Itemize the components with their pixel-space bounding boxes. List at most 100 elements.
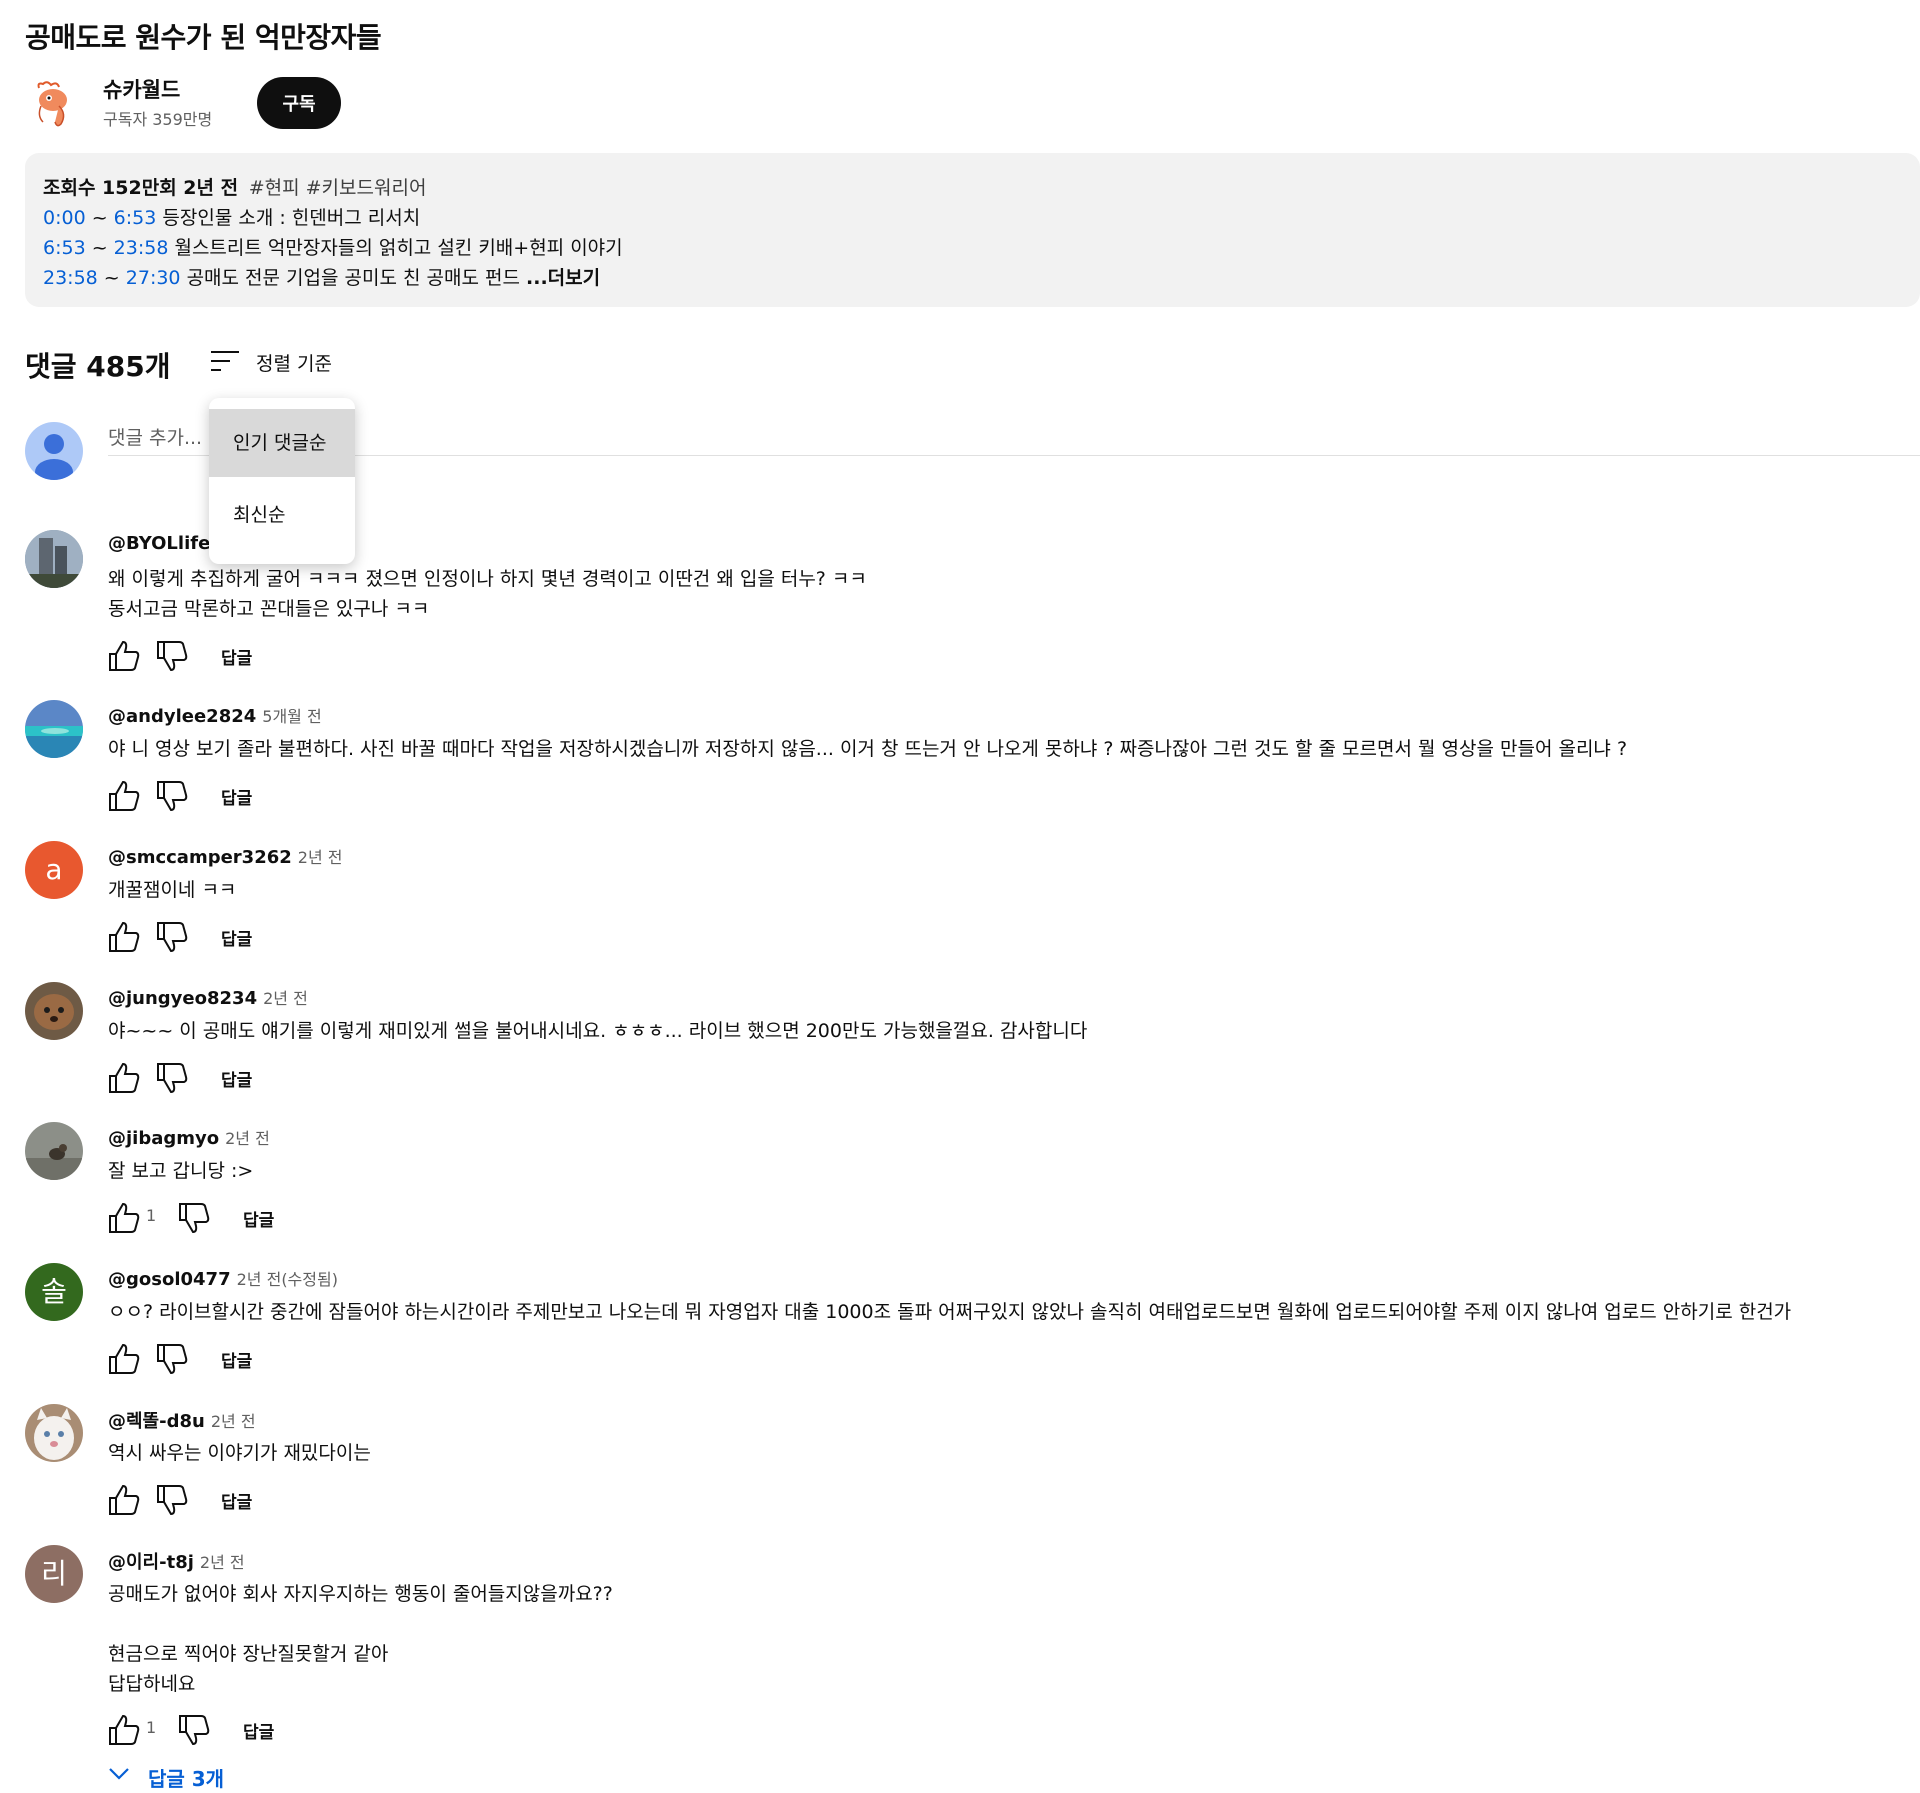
comment-actions: 답글 (108, 919, 508, 955)
show-replies-button[interactable]: 답글 3개 (108, 1759, 308, 1793)
like-icon[interactable] (108, 1482, 140, 1518)
comment-time[interactable]: 2년 전 (200, 1553, 245, 1572)
comment-text: 야 니 영상 보기 졸라 불편하다. 사진 바꿀 때마다 작업을 저장하시겠습니… (108, 738, 1628, 760)
chapter-line: 6:53 ~ 23:58 월스트리트 억만장자들의 얽히고 설킨 키배+현피 이… (43, 233, 623, 260)
dislike-icon[interactable] (178, 1200, 210, 1236)
sort-option-newest[interactable]: 최신순 (209, 481, 355, 549)
dislike-icon[interactable] (156, 638, 188, 674)
comment-thread: @andylee2824 5개월 전 야 니 영상 보기 졸라 불편하다. 사진 … (25, 700, 1920, 820)
comment-time[interactable]: 2년 전 (225, 1129, 270, 1148)
comment-text: 야~~~ 이 공매도 얘기를 이렇게 재미있게 썰을 불어내시네요. ㅎㅎㅎ..… (108, 1020, 1088, 1042)
dislike-icon[interactable] (156, 919, 188, 955)
comment-author[interactable]: @andylee2824 (108, 706, 256, 727)
comment-actions: 답글 (108, 1482, 508, 1518)
timestamp-link[interactable]: 23:58 (114, 237, 169, 259)
like-icon[interactable] (108, 1712, 140, 1748)
chapter-text: 공매도 전문 기업을 공미도 친 공매도 펀드 (180, 267, 527, 289)
like-icon[interactable] (108, 1060, 140, 1096)
comment-author[interactable]: @BYOLlife (108, 533, 210, 554)
like-icon[interactable] (108, 919, 140, 955)
dislike-icon[interactable] (156, 1060, 188, 1096)
view-count-and-date: 조회수 152만회 2년 전 (43, 177, 239, 199)
reply-button[interactable]: 답글 (221, 1347, 252, 1372)
sort-button[interactable]: 정렬 기준 (210, 343, 360, 381)
channel-name[interactable]: 슈카월드 (103, 74, 180, 104)
comment-actions: 답글 (108, 778, 508, 814)
comment-text: 왜 이렇게 추집하게 굴어 ㅋㅋㅋ 졌으면 인정이나 하지 몇년 경력이고 이딴… (108, 568, 867, 620)
comment-actions: 답글 (108, 638, 508, 674)
add-comment-input[interactable] (108, 420, 1920, 456)
comment-thread: 리 @이리-t8j 2년 전 공매도가 없어야 회사 자지우지하는 행동이 줄어들… (25, 1545, 1920, 1791)
comment-avatar[interactable] (25, 700, 83, 758)
reply-button[interactable]: 답글 (221, 1066, 252, 1091)
reply-button[interactable]: 답글 (243, 1718, 274, 1743)
subscribe-button[interactable]: 구독 (257, 77, 341, 129)
like-icon[interactable] (108, 1200, 140, 1236)
like-count: 1 (146, 1206, 157, 1225)
chapter-text: 월스트리트 억만장자들의 얽히고 설킨 키배+현피 이야기 (168, 237, 623, 259)
comment-count: 댓글 485개 (25, 350, 171, 383)
comment-avatar[interactable] (25, 1122, 83, 1180)
comment-avatar[interactable] (25, 982, 83, 1040)
timestamp-link[interactable]: 0:00 (43, 207, 86, 229)
video-title: 공매도로 원수가 된 억만장자들 (25, 21, 382, 54)
reply-button[interactable]: 답글 (243, 1206, 274, 1231)
comment-author[interactable]: @gosol0477 (108, 1269, 231, 1290)
replies-count-label: 답글 3개 (148, 1767, 225, 1791)
chapter-line: 23:58 ~ 27:30 공매도 전문 기업을 공미도 친 공매도 펀드 ..… (43, 263, 600, 290)
timestamp-link[interactable]: 6:53 (43, 237, 86, 259)
comment-avatar[interactable]: a (25, 841, 83, 899)
timestamp-link[interactable]: 27:30 (126, 267, 181, 289)
channel-avatar[interactable] (29, 76, 79, 130)
comment-time[interactable]: 2년 전 (263, 989, 308, 1008)
comment-actions: 1 답글 (108, 1200, 508, 1236)
comment-author[interactable]: @jibagmyo (108, 1128, 219, 1149)
timestamp-link[interactable]: 6:53 (114, 207, 157, 229)
sort-option-top[interactable]: 인기 댓글순 (209, 409, 355, 477)
dislike-icon[interactable] (156, 1482, 188, 1518)
dislike-icon[interactable] (178, 1712, 210, 1748)
comment-avatar[interactable]: 리 (25, 1545, 83, 1603)
like-icon[interactable] (108, 1341, 140, 1377)
comment-thread: @jungyeo8234 2년 전 야~~~ 이 공매도 얘기를 이렇게 재미있게… (25, 982, 1920, 1102)
user-avatar (25, 422, 83, 480)
comment-author[interactable]: @smccamper3262 (108, 847, 292, 868)
comment-actions: 1 답글 (108, 1712, 508, 1748)
reply-button[interactable]: 답글 (221, 1488, 252, 1513)
comment-thread: @렉똘-d8u 2년 전 역시 싸우는 이야기가 재밌다이는 답글 (25, 1404, 1920, 1524)
comment-avatar[interactable] (25, 530, 83, 588)
show-more-button[interactable]: ...더보기 (526, 267, 600, 289)
channel-row: 슈카월드 구독자 359만명 구독 (25, 72, 625, 132)
timestamp-link[interactable]: 23:58 (43, 267, 98, 289)
dislike-icon[interactable] (156, 1341, 188, 1377)
comment-author[interactable]: @jungyeo8234 (108, 988, 257, 1009)
reply-button[interactable]: 답글 (221, 784, 252, 809)
comment-actions: 답글 (108, 1060, 508, 1096)
comment-time[interactable]: 2년 전 (298, 848, 343, 867)
like-icon[interactable] (108, 638, 140, 674)
comment-avatar[interactable]: 솔 (25, 1263, 83, 1321)
like-count: 1 (146, 1718, 157, 1737)
comment-thread: @jibagmyo 2년 전 잘 보고 갑니당 :> 1 답글 (25, 1122, 1920, 1242)
comment-avatar[interactable] (25, 1404, 83, 1462)
dislike-icon[interactable] (156, 778, 188, 814)
comments-header: 댓글 485개 정렬 기준 (25, 343, 625, 383)
chapter-sep: ~ (85, 237, 114, 259)
reply-button[interactable]: 답글 (221, 925, 252, 950)
comment-author[interactable]: @이리-t8j (108, 1552, 194, 1573)
hashtags[interactable]: #현피 #키보드워리어 (249, 177, 427, 199)
reply-button[interactable]: 답글 (221, 644, 252, 669)
sort-dropdown-menu: 인기 댓글순 최신순 (209, 398, 355, 564)
comment-author[interactable]: @렉똘-d8u (108, 1411, 205, 1432)
description-box[interactable]: 조회수 152만회 2년 전 #현피 #키보드워리어 0:00 ~ 6:53 등… (25, 153, 1920, 307)
comment-time[interactable]: 2년 전 (211, 1412, 256, 1431)
comment-thread: 솔 @gosol0477 2년 전(수정됨) ㅇㅇ? 라이브할시간 중간에 잠들어… (25, 1263, 1920, 1383)
chapter-line: 0:00 ~ 6:53 등장인물 소개 : 힌덴버그 리서치 (43, 203, 420, 230)
comment-time[interactable]: 5개월 전 (262, 707, 321, 726)
chevron-down-icon (109, 1768, 129, 1780)
chapter-sep: ~ (85, 207, 114, 229)
comment-time[interactable]: 2년 전(수정됨) (237, 1270, 338, 1289)
like-icon[interactable] (108, 778, 140, 814)
comment-text: ㅇㅇ? 라이브할시간 중간에 잠들어야 하는시간이라 주제만보고 나오는데 뭐 … (108, 1301, 1792, 1323)
comment-text: 잘 보고 갑니당 :> (108, 1160, 254, 1182)
